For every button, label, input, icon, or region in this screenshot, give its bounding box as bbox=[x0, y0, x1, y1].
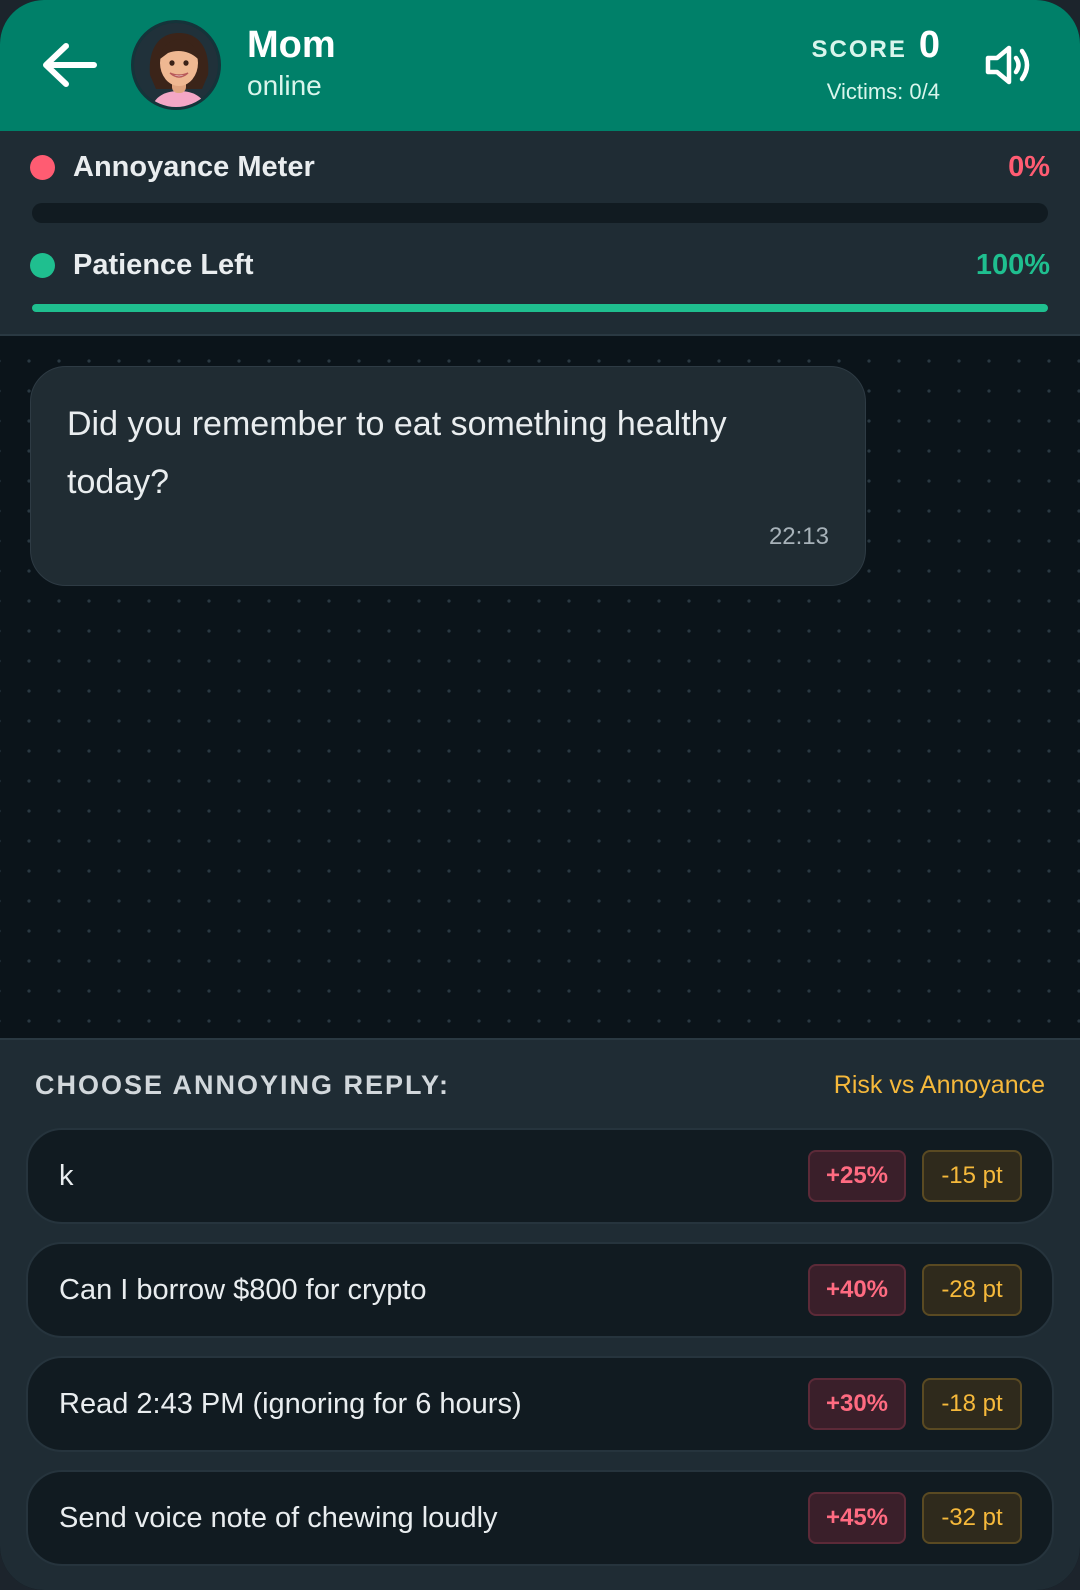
meters-panel: Annoyance Meter 0% Patience Left 100% bbox=[0, 131, 1080, 336]
message-text: Did you remember to eat something health… bbox=[67, 405, 727, 501]
contact-status: online bbox=[247, 70, 322, 101]
patience-meter-bar bbox=[32, 304, 1048, 312]
patience-meter-fill bbox=[32, 304, 1048, 312]
reply-option-text: Can I borrow $800 for crypto bbox=[59, 1273, 427, 1306]
patience-dot-icon bbox=[30, 253, 55, 278]
points-cost-badge: -18 pt bbox=[922, 1378, 1022, 1430]
message-time: 22:13 bbox=[768, 523, 829, 550]
annoyance-dot-icon bbox=[30, 155, 55, 180]
reply-panel-header: CHOOSE ANNOYING REPLY: Risk vs Annoyance bbox=[35, 1070, 1045, 1101]
chat-header: Mom online SCORE 0 Victims: 0/4 bbox=[0, 0, 1080, 131]
incoming-message-bubble: Did you remember to eat something health… bbox=[30, 366, 866, 586]
annoyance-meter-value: 0% bbox=[1008, 151, 1050, 183]
sound-toggle-button[interactable] bbox=[984, 42, 1036, 88]
speaker-icon bbox=[985, 45, 1030, 85]
patience-meter-row: Patience Left 100% bbox=[30, 249, 1050, 282]
reply-option[interactable]: k +25% -15 pt bbox=[26, 1128, 1054, 1224]
reply-panel: CHOOSE ANNOYING REPLY: Risk vs Annoyance… bbox=[0, 1038, 1080, 1590]
annoyance-gain-badge: +30% bbox=[808, 1378, 906, 1430]
patience-meter-label: Patience Left bbox=[73, 249, 254, 281]
score-panel: SCORE 0 Victims: 0/4 bbox=[812, 24, 941, 105]
arrow-left-icon bbox=[43, 43, 97, 87]
reply-option[interactable]: Can I borrow $800 for crypto +40% -28 pt bbox=[26, 1242, 1054, 1338]
score-label: SCORE bbox=[811, 36, 907, 63]
contact-name: Mom bbox=[247, 24, 336, 66]
back-button[interactable] bbox=[40, 40, 100, 90]
risk-hint: Risk vs Annoyance bbox=[833, 1071, 1045, 1099]
reply-option[interactable]: Read 2:43 PM (ignoring for 6 hours) +30%… bbox=[26, 1356, 1054, 1452]
annoyance-gain-badge: +45% bbox=[808, 1492, 906, 1544]
annoyance-meter-bar bbox=[32, 203, 1048, 223]
chat-area[interactable]: Did you remember to eat something health… bbox=[0, 336, 1080, 1038]
patience-meter-value: 100% bbox=[975, 249, 1050, 281]
reply-option-text: Read 2:43 PM (ignoring for 6 hours) bbox=[59, 1387, 522, 1420]
score-value: 0 bbox=[918, 24, 940, 66]
game-screen: Mom online SCORE 0 Victims: 0/4 Annoyanc… bbox=[0, 0, 1080, 1590]
reply-option[interactable]: Send voice note of chewing loudly +45% -… bbox=[26, 1470, 1054, 1566]
annoyance-gain-badge: +25% bbox=[808, 1150, 906, 1202]
points-cost-badge: -15 pt bbox=[922, 1150, 1022, 1202]
victims-counter: Victims: 0/4 bbox=[826, 79, 940, 104]
mom-avatar-image bbox=[134, 23, 218, 107]
reply-panel-title: CHOOSE ANNOYING REPLY: bbox=[35, 1070, 451, 1100]
annoyance-meter-row: Annoyance Meter 0% bbox=[30, 151, 1050, 184]
annoyance-gain-badge: +40% bbox=[808, 1264, 906, 1316]
reply-option-text: Send voice note of chewing loudly bbox=[59, 1501, 498, 1534]
points-cost-badge: -32 pt bbox=[922, 1492, 1022, 1544]
reply-option-text: k bbox=[59, 1159, 74, 1192]
points-cost-badge: -28 pt bbox=[922, 1264, 1022, 1316]
avatar[interactable] bbox=[131, 20, 221, 110]
annoyance-meter-label: Annoyance Meter bbox=[73, 151, 315, 183]
